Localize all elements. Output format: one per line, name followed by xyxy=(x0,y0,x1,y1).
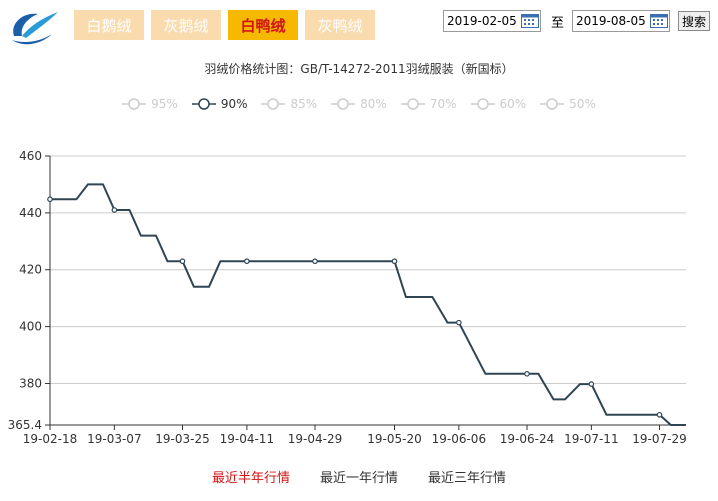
y-tick-label: 420 xyxy=(19,263,42,277)
range-half-year-link[interactable]: 最近半年行情 xyxy=(212,467,290,486)
data-point[interactable] xyxy=(312,258,318,265)
data-point[interactable] xyxy=(588,381,595,387)
x-tick-label: 19-06-24 xyxy=(500,432,554,446)
data-point[interactable] xyxy=(244,258,250,265)
time-range-links: 最近半年行情 最近一年行情 最近三年行情 xyxy=(0,467,718,486)
x-tick-label: 19-04-11 xyxy=(220,432,274,446)
x-tick-label: 19-07-11 xyxy=(564,432,618,446)
data-point[interactable] xyxy=(111,207,118,213)
y-tick-label: 400 xyxy=(19,320,42,334)
y-tick-label: 365.4 xyxy=(8,418,42,432)
y-tick-label: 380 xyxy=(19,376,42,390)
data-point[interactable] xyxy=(179,258,186,265)
data-point[interactable] xyxy=(391,258,398,265)
x-tick-label: 19-04-29 xyxy=(288,432,342,446)
x-tick-label: 19-03-07 xyxy=(87,432,141,446)
data-point[interactable] xyxy=(656,411,663,418)
x-tick-label: 19-07-29 xyxy=(632,432,686,446)
range-one-year-link[interactable]: 最近一年行情 xyxy=(320,467,398,486)
x-tick-label: 19-06-06 xyxy=(432,432,486,446)
y-tick-label: 460 xyxy=(19,149,42,163)
series-line-90 xyxy=(50,183,686,426)
price-line-chart: 460 440 420 400 380 365.419-02-18 19-03-07 19-0… xyxy=(8,149,687,446)
data-point[interactable] xyxy=(524,371,530,377)
data-point[interactable] xyxy=(456,319,462,326)
y-tick-label: 440 xyxy=(19,206,42,220)
x-tick-label: 19-02-18 xyxy=(23,432,77,446)
x-tick-label: 19-03-25 xyxy=(155,432,209,446)
x-tick-label: 19-05-20 xyxy=(367,432,421,446)
data-point[interactable] xyxy=(47,196,53,203)
range-three-year-link[interactable]: 最近三年行情 xyxy=(428,467,506,486)
